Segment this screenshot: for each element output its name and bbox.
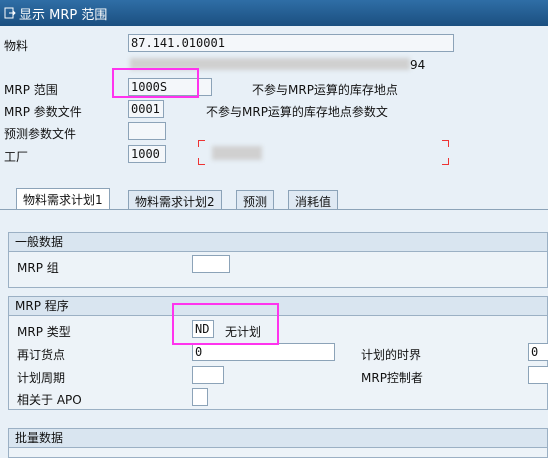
reorder-point-label: 再订货点 [17,348,66,362]
tab-mrp2[interactable]: 物料需求计划2 [128,190,222,210]
tab-forecast[interactable]: 预测 [236,190,275,210]
mrp-type-label: MRP 类型 [17,325,71,339]
material-description-suffix: 94 [410,58,426,72]
group-lot-size-title: 批量数据 [9,429,547,448]
forecast-profile-field[interactable] [128,122,166,140]
mrp-controller-field[interactable] [528,366,548,384]
mrp-type-highlight [172,303,279,345]
plant-desc-corner-tr [442,140,449,147]
group-general-title: 一般数据 [9,233,547,252]
mrp-group-field[interactable] [192,255,230,273]
mrp-area-highlight [112,68,199,98]
planning-time-fence-label: 计划的时界 [361,348,422,362]
tab-strip: 物料需求计划1 物料需求计划2 预测 消耗值 [0,186,548,210]
planning-cycle-field[interactable] [192,366,224,384]
tab-mrp1[interactable]: 物料需求计划1 [16,188,110,210]
tab-consumption[interactable]: 消耗值 [288,190,339,210]
plant-description-blurred [212,146,262,160]
window-title: 显示 MRP 范围 [19,7,108,23]
plant-field[interactable]: 1000 [128,145,166,163]
mrp-controller-label: MRP控制者 [361,371,423,385]
planning-time-fence-field[interactable]: 0 [528,343,548,361]
mrp-profile-field[interactable]: 0001 [128,100,164,118]
material-field[interactable]: 87.141.010001 [128,34,454,52]
title-bar: 显示 MRP 范围 [0,0,548,26]
reorder-point-field[interactable]: 0 [192,343,335,361]
planning-cycle-label: 计划周期 [17,371,66,385]
apo-relevant-label: 相关于 APO [17,393,82,407]
plant-label: 工厂 [4,150,29,164]
mrp-profile-label: MRP 参数文件 [4,105,82,119]
forecast-profile-label: 预测参数文件 [4,127,77,141]
mrp-group-label: MRP 组 [17,261,59,275]
mrp-area-label: MRP 范围 [4,83,58,97]
apo-relevant-checkbox[interactable] [192,388,208,406]
document-exit-icon [4,7,16,19]
material-label: 物料 [4,39,29,53]
group-lot-size: 批量数据 [8,428,548,458]
group-general-data: 一般数据 MRP 组 [8,232,548,288]
plant-desc-corner-bl [198,158,205,165]
mrp-profile-description: 不参与MRP运算的库存地点参数文 [206,105,388,119]
mrp-area-description: 不参与MRP运算的库存地点 [252,83,398,97]
plant-desc-corner-br [442,158,449,165]
plant-desc-corner-tl [198,140,205,147]
